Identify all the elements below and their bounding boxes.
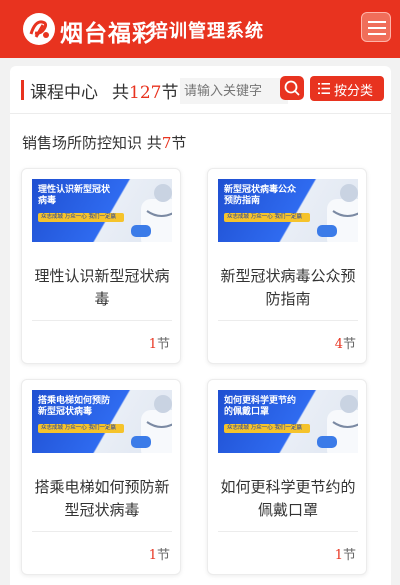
search-input[interactable] <box>180 78 288 104</box>
course-name: 如何更科学更节约的佩戴口罩 <box>220 478 356 519</box>
thumbnail-title: 如何更科学更节约的佩戴口罩 <box>224 396 297 417</box>
thumbnail-slogan: 众志成城 万众一心 我们一定赢 <box>224 213 310 222</box>
course-name: 搭乘电梯如何预防新型冠状病毒 <box>34 478 170 519</box>
course-thumbnail: 搭乘电梯如何预防新型冠状病毒 众志成城 万众一心 我们一定赢 <box>32 390 172 453</box>
doctor-figure-icon <box>317 184 358 242</box>
lesson-count: 1节 <box>148 337 170 352</box>
course-center-header: 课程中心 共127节 按分类 <box>10 66 391 114</box>
course-card[interactable]: 如何更科学更节约的佩戴口罩 众志成城 万众一心 我们一定赢 如何更科学更节约的佩… <box>207 379 367 575</box>
menu-button[interactable] <box>361 12 391 42</box>
brand-name: 烟台福彩 <box>60 21 156 47</box>
section-total-count: 7 <box>161 134 172 152</box>
course-name: 新型冠状病毒公众预防指南 <box>220 267 356 308</box>
lesson-count: 4节 <box>334 337 356 352</box>
thumbnail-title: 搭乘电梯如何预防新型冠状病毒 <box>38 396 111 417</box>
list-icon <box>318 83 330 94</box>
doctor-figure-icon <box>131 184 172 242</box>
course-card[interactable]: 搭乘电梯如何预防新型冠状病毒 众志成城 万众一心 我们一定赢 搭乘电梯如何预防新… <box>21 379 181 575</box>
system-title: 培训管理系统 <box>150 21 264 42</box>
course-thumbnail: 如何更科学更节约的佩戴口罩 众志成城 万众一心 我们一定赢 <box>218 390 358 453</box>
doctor-figure-icon <box>317 395 358 453</box>
divider <box>32 320 172 321</box>
thumbnail-slogan: 众志成城 万众一心 我们一定赢 <box>38 424 124 433</box>
search-button[interactable] <box>280 76 304 100</box>
divider <box>218 320 358 321</box>
section-title: 销售场所防控知识 共7节 <box>22 134 187 152</box>
lesson-count: 1节 <box>334 548 356 563</box>
thumbnail-title: 新型冠状病毒公众预防指南 <box>224 185 297 206</box>
app-header: 烟台福彩 培训管理系统 <box>0 0 400 58</box>
thumbnail-slogan: 众志成城 万众一心 我们一定赢 <box>38 213 124 222</box>
divider <box>32 531 172 532</box>
course-total: 共127节 <box>112 83 179 103</box>
lesson-count: 1节 <box>148 548 170 563</box>
divider <box>218 531 358 532</box>
doctor-figure-icon <box>131 395 172 453</box>
course-thumbnail: 理性认识新型冠状病毒 众志成城 万众一心 我们一定赢 <box>32 179 172 242</box>
lottery-logo-icon <box>23 13 55 45</box>
course-card[interactable]: 新型冠状病毒公众预防指南 众志成城 万众一心 我们一定赢 新型冠状病毒公众预防指… <box>207 168 367 364</box>
search-icon <box>284 80 300 96</box>
course-total-count: 127 <box>129 83 162 103</box>
thumbnail-title: 理性认识新型冠状病毒 <box>38 185 111 206</box>
title-accent-bar <box>21 80 24 100</box>
thumbnail-slogan: 众志成城 万众一心 我们一定赢 <box>224 424 310 433</box>
category-button[interactable]: 按分类 <box>310 76 384 101</box>
course-panel: 课程中心 共127节 按分类 销售场所防控知识 共7节 理性认识新型冠状病毒 众… <box>10 66 391 585</box>
course-thumbnail: 新型冠状病毒公众预防指南 众志成城 万众一心 我们一定赢 <box>218 179 358 242</box>
hamburger-menu-icon <box>368 21 386 23</box>
course-card[interactable]: 理性认识新型冠状病毒 众志成城 万众一心 我们一定赢 理性认识新型冠状病毒 1节 <box>21 168 181 364</box>
category-label: 按分类 <box>334 84 374 99</box>
course-name: 理性认识新型冠状病毒 <box>34 267 170 308</box>
page-title: 课程中心 <box>30 83 98 103</box>
